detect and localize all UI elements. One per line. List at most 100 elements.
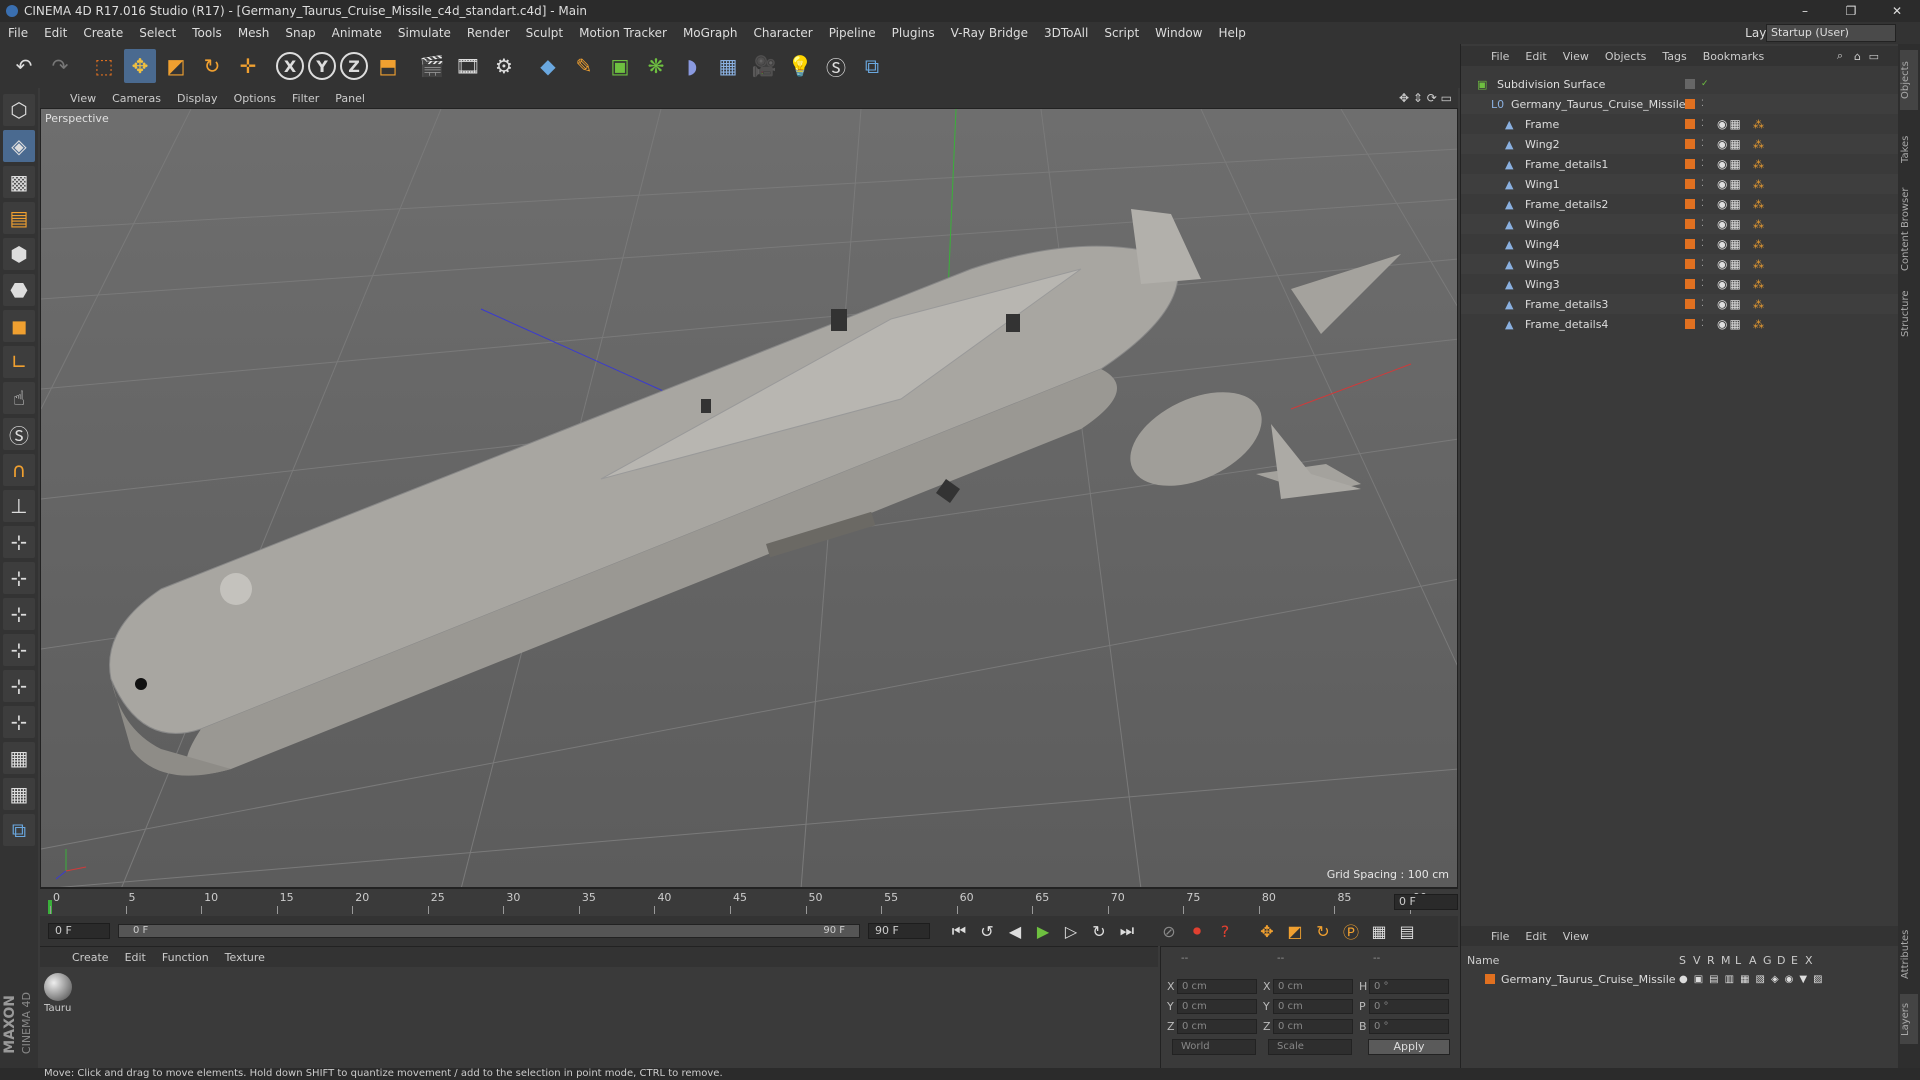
rotation-h-field[interactable]: 0 °	[1369, 978, 1449, 994]
material-tag-icon[interactable]: ◉▦	[1717, 237, 1743, 251]
cloner-icon[interactable]: ❋	[640, 49, 672, 83]
restore-button[interactable]: ❐	[1828, 0, 1874, 22]
3d-viewport[interactable]: Perspective Grid Spacing : 100 cm	[40, 108, 1458, 888]
deformer-icon[interactable]: ◗	[676, 49, 708, 83]
om-menu-edit[interactable]: Edit	[1517, 50, 1554, 63]
menu-snap[interactable]: Snap	[277, 26, 323, 40]
workplane-icon[interactable]: ▤	[3, 202, 35, 234]
menu-vray-bridge[interactable]: V-Ray Bridge	[943, 26, 1036, 40]
om-new-window-icon[interactable]: ▭	[1869, 50, 1879, 63]
light-icon[interactable]: 💡	[784, 49, 816, 83]
rotate-icon[interactable]: ↻	[196, 49, 228, 83]
object-row[interactable]: ▲ Wing1 ⁚ ◉▦ ⁂	[1461, 174, 1899, 194]
object-row[interactable]: ▲ Wing5 ⁚ ◉▦ ⁂	[1461, 254, 1899, 274]
record-icon[interactable]: ⊘	[1156, 918, 1182, 944]
layer-color-icon[interactable]	[1685, 259, 1695, 269]
menu-mograph[interactable]: MoGraph	[675, 26, 746, 40]
menu-tools[interactable]: Tools	[184, 26, 230, 40]
lock-r-icon[interactable]: ⊹	[3, 634, 35, 666]
visibility-dots-icon[interactable]: ⁚	[1701, 299, 1704, 309]
texture-tag-icon[interactable]: ⁂	[1753, 198, 1764, 211]
object-row[interactable]: ▲ Wing3 ⁚ ◉▦ ⁂	[1461, 274, 1899, 294]
vray-icon[interactable]: Ⓢ	[820, 49, 852, 83]
size-x-field[interactable]: 0 cm	[1273, 978, 1353, 994]
material-menu-function[interactable]: Function	[154, 951, 217, 964]
visibility-dots-icon[interactable]: ✓	[1701, 79, 1709, 89]
object-row[interactable]: ▲ Wing6 ⁚ ◉▦ ⁂	[1461, 214, 1899, 234]
layer-header-col[interactable]: M	[1721, 954, 1731, 967]
visibility-dots-icon[interactable]: ⁚	[1701, 159, 1704, 169]
workplane-axis-icon[interactable]: ⊥	[3, 490, 35, 522]
layer-color-icon[interactable]	[1685, 299, 1695, 309]
layer-color-icon[interactable]	[1685, 139, 1695, 149]
key-scale-icon[interactable]: ◩	[1282, 918, 1308, 944]
lock-y-icon[interactable]: ⊹	[3, 562, 35, 594]
model-mode-icon[interactable]: ◈	[3, 130, 35, 162]
object-row[interactable]: ▲ Wing4 ⁚ ◉▦ ⁂	[1461, 234, 1899, 254]
texture-tag-icon[interactable]: ⁂	[1753, 298, 1764, 311]
menu-plugins[interactable]: Plugins	[884, 26, 943, 40]
viewport-menu-cameras[interactable]: Cameras	[104, 92, 169, 105]
object-row[interactable]: ▲ Frame_details3 ⁚ ◉▦ ⁂	[1461, 294, 1899, 314]
layer-row[interactable]: Germany_Taurus_Cruise_Missile ●▣▤▥▦▧◈◉▼▨	[1461, 970, 1899, 988]
side-tab-takes[interactable]: Takes	[1900, 124, 1918, 174]
move-icon[interactable]: ✥	[124, 49, 156, 83]
timeline-icon[interactable]: ▤	[1394, 918, 1420, 944]
redo-icon[interactable]: ↷	[44, 49, 76, 83]
scale-dropdown[interactable]: Scale	[1268, 1039, 1352, 1055]
current-frame-field[interactable]: 0 F	[1394, 894, 1458, 910]
rotation-b-field[interactable]: 0 °	[1369, 1018, 1449, 1034]
y-axis-lock[interactable]: Y	[308, 52, 336, 80]
edges-mode-icon[interactable]: ⬣	[3, 274, 35, 306]
material-preview[interactable]	[44, 973, 72, 1001]
layer-color-icon[interactable]	[1685, 279, 1695, 289]
layer-menu-edit[interactable]: Edit	[1517, 930, 1554, 943]
size-z-field[interactable]: 0 cm	[1273, 1018, 1353, 1034]
material-tag-icon[interactable]: ◉▦	[1717, 277, 1743, 291]
go-to-end-icon[interactable]: ⏭	[1114, 918, 1140, 944]
render-settings-icon[interactable]: ⚙	[488, 49, 520, 83]
layer-header-col[interactable]: L	[1735, 954, 1741, 967]
go-to-start-icon[interactable]: ⏮	[946, 918, 972, 944]
visibility-dots-icon[interactable]: ⁚	[1701, 319, 1704, 329]
play-icon[interactable]: ▶	[1030, 918, 1056, 944]
menu-simulate[interactable]: Simulate	[390, 26, 459, 40]
layer-color-icon[interactable]	[1685, 119, 1695, 129]
grid-lock-icon[interactable]: ▦	[3, 742, 35, 774]
keyframe-selection-icon[interactable]: ?	[1212, 918, 1238, 944]
cube-icon[interactable]: ◆	[532, 49, 564, 83]
material-tag-icon[interactable]: ◉▦	[1717, 257, 1743, 271]
viewport-menu-display[interactable]: Display	[169, 92, 226, 105]
side-tab-structure[interactable]: Structure	[1900, 284, 1918, 344]
menu-file[interactable]: File	[0, 26, 36, 40]
size-y-field[interactable]: 0 cm	[1273, 998, 1353, 1014]
snap-icon[interactable]: Ⓢ	[3, 418, 35, 450]
lock-s-icon[interactable]: ⊹	[3, 706, 35, 738]
viewport-menu-panel[interactable]: Panel	[327, 92, 373, 105]
material-tag-icon[interactable]: ◉▦	[1717, 117, 1743, 131]
layer-color-icon[interactable]	[1685, 99, 1695, 109]
layer-color-icon[interactable]	[1685, 159, 1695, 169]
next-frame-icon[interactable]: ▷	[1058, 918, 1084, 944]
om-menu-tags[interactable]: Tags	[1654, 50, 1694, 63]
layer-color-icon[interactable]	[1685, 179, 1695, 189]
visibility-dots-icon[interactable]: ⁚	[1701, 239, 1704, 249]
menu-edit[interactable]: Edit	[36, 26, 75, 40]
transform-icon[interactable]: ✛	[232, 49, 264, 83]
object-row[interactable]: ▣ Subdivision Surface ✓	[1461, 74, 1899, 94]
side-tab-content-browser[interactable]: Content Browser	[1900, 184, 1918, 274]
menu-render[interactable]: Render	[459, 26, 518, 40]
visibility-dots-icon[interactable]: ⁚	[1701, 99, 1704, 109]
texture-tag-icon[interactable]: ⁂	[1753, 218, 1764, 231]
material-tag-icon[interactable]: ◉▦	[1717, 297, 1743, 311]
object-name[interactable]: Subdivision Surface	[1497, 78, 1605, 91]
tweak-icon[interactable]: ☝	[3, 382, 35, 414]
object-name[interactable]: Wing6	[1525, 218, 1560, 231]
floor-lock-icon[interactable]: ▦	[3, 778, 35, 810]
om-menu-bookmarks[interactable]: Bookmarks	[1695, 50, 1772, 63]
layer-header-col[interactable]: D	[1777, 954, 1785, 967]
visibility-dots-icon[interactable]: ⁚	[1701, 179, 1704, 189]
object-name[interactable]: Frame_details4	[1525, 318, 1608, 331]
next-key-icon[interactable]: ↻	[1086, 918, 1112, 944]
visibility-dots-icon[interactable]: ⁚	[1701, 119, 1704, 129]
